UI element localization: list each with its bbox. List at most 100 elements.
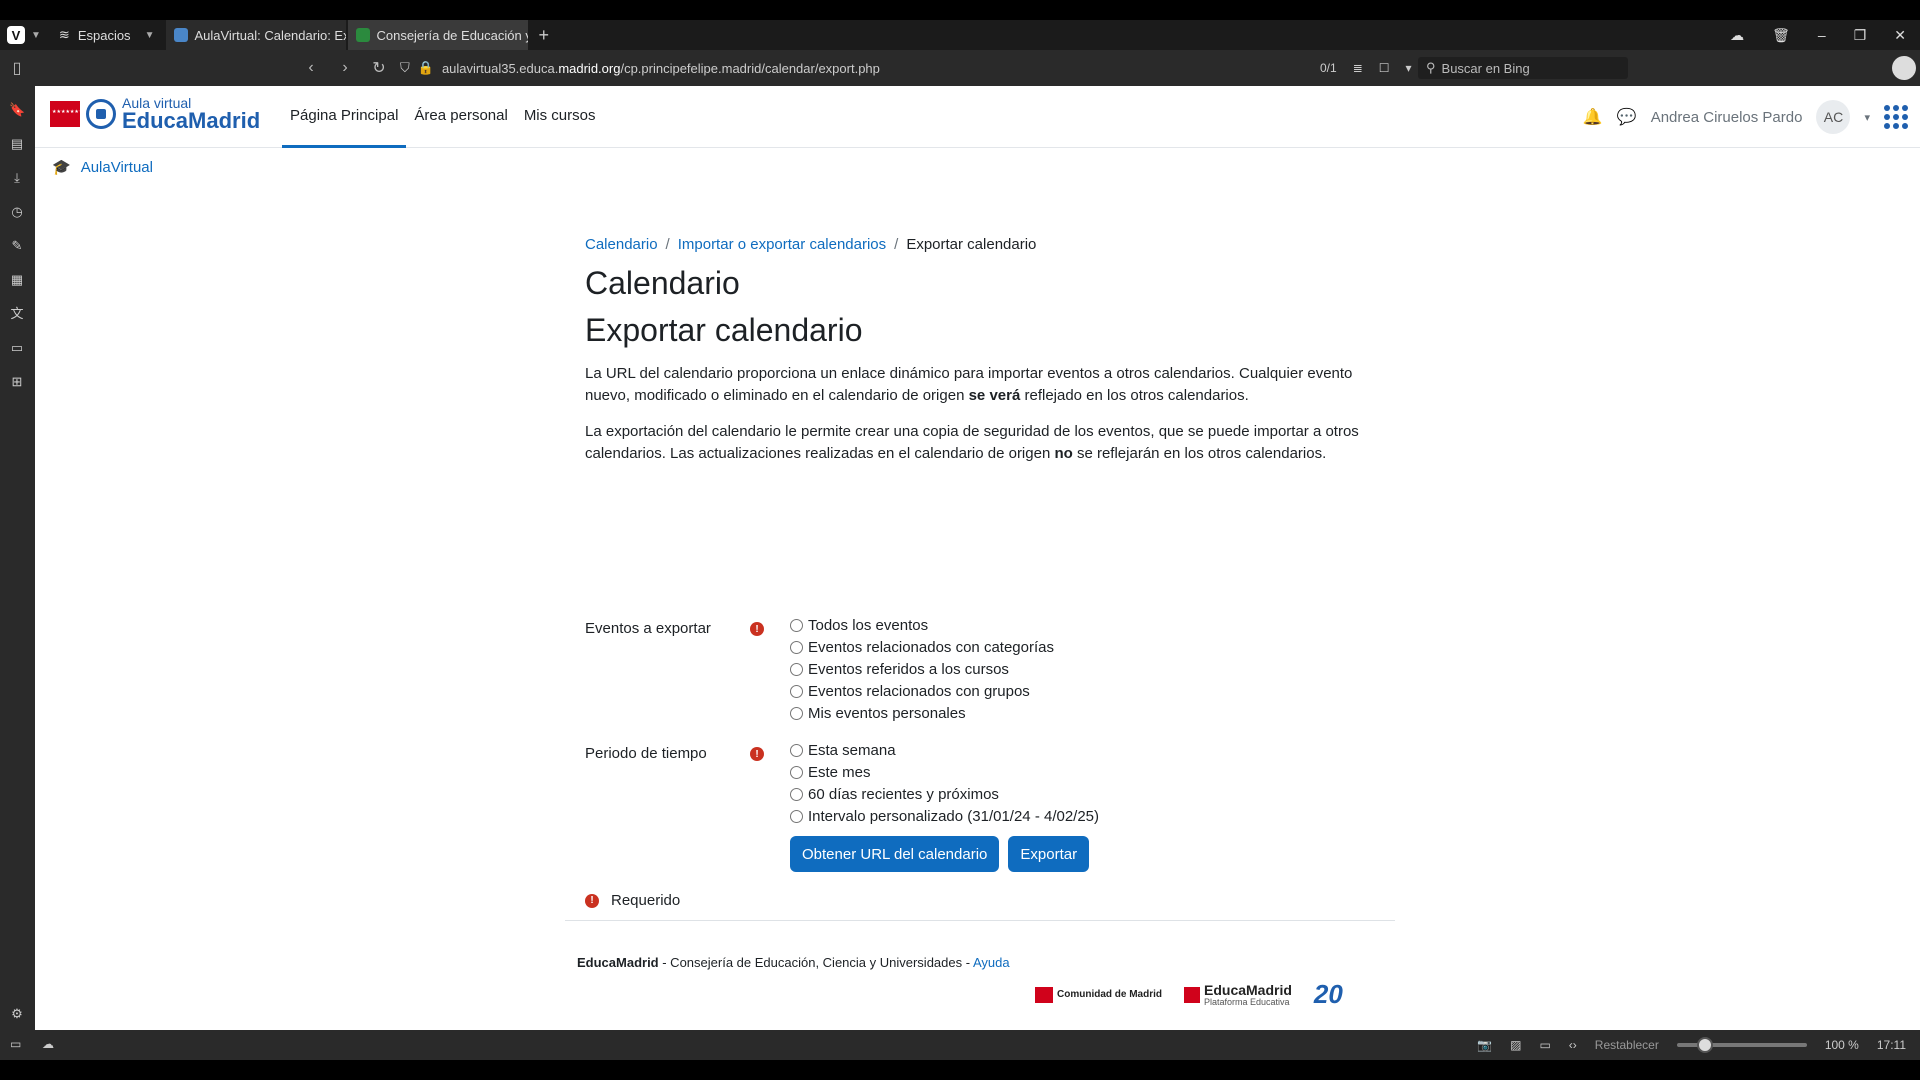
- bell-icon[interactable]: 🔔: [1583, 107, 1603, 127]
- zoom-slider[interactable]: [1676, 1037, 1807, 1053]
- cloud-sync-icon[interactable]: ☁: [42, 1037, 54, 1051]
- educamadrid-logo[interactable]: Aula virtual EducaMadrid: [50, 96, 260, 132]
- radio-circle[interactable]: [790, 765, 803, 779]
- cloud-icon[interactable]: ☁: [1730, 27, 1744, 44]
- main-content: Calendario / Importar o exportar calenda…: [585, 236, 1385, 909]
- page-subtitle: Exportar calendario: [585, 312, 863, 348]
- radio-option[interactable]: Intervalo personalizado (31/01/24 - 4/02…: [790, 805, 1099, 827]
- zoom-slider-knob[interactable]: [1696, 1037, 1713, 1053]
- web-page: Aula virtual EducaMadrid Página Principa…: [35, 86, 1920, 1030]
- url-field[interactable]: ⛉ 🔒 aulavirtual35.educa.madrid.org/cp.pr…: [400, 50, 880, 86]
- browser-status-bar: ▭ ☁ 📷 ▨ ▭ ‹› Restablecer 100 % 17:11: [0, 1030, 1920, 1060]
- downloads-icon[interactable]: ⤓: [9, 170, 25, 186]
- reader-icon[interactable]: ≣: [1353, 61, 1363, 75]
- radio-circle[interactable]: [790, 787, 803, 801]
- madrid-flag-icon: [1184, 986, 1200, 1003]
- nav-pagina-principal[interactable]: Página Principal: [282, 86, 407, 148]
- shield-icon: ⛉: [400, 60, 410, 75]
- notes-icon[interactable]: ✎: [9, 238, 25, 254]
- layers-icon: ≋: [58, 27, 70, 42]
- code-icon[interactable]: ‹›: [1569, 1038, 1577, 1052]
- events-label: Eventos a exportar: [585, 620, 711, 637]
- browser-tab-active[interactable]: Consejería de Educación y: [348, 20, 529, 50]
- help-link[interactable]: Ayuda: [973, 955, 1010, 970]
- chevron-down-icon[interactable]: ▼: [31, 30, 41, 41]
- radio-circle[interactable]: [790, 618, 803, 632]
- calendar-icon[interactable]: ▦: [9, 272, 25, 288]
- zoom-reset-button[interactable]: Restablecer: [1595, 1038, 1659, 1052]
- lock-icon: 🔒: [417, 60, 434, 75]
- translate-icon[interactable]: 文: [9, 306, 25, 322]
- back-icon[interactable]: ‹: [294, 59, 328, 77]
- export-button[interactable]: Exportar: [1008, 836, 1090, 872]
- search-icon: ⚲: [1426, 60, 1436, 75]
- radio-circle[interactable]: [790, 662, 803, 676]
- breadcrumb-calendario[interactable]: Calendario: [585, 236, 658, 253]
- browser-side-panel: 🔖 ▤ ⤓ ◷ ✎ ▦ 文 ▭ ⊞ ⚙: [0, 86, 35, 1030]
- radio-option[interactable]: Eventos referidos a los cursos: [790, 658, 1054, 680]
- radio-option[interactable]: Eventos relacionados con categorías: [790, 636, 1054, 658]
- chat-icon[interactable]: ▭: [9, 340, 25, 356]
- chevron-down-icon[interactable]: ▾: [1864, 111, 1870, 124]
- apps-grid-icon[interactable]: [1884, 105, 1908, 129]
- user-name[interactable]: Andrea Ciruelos Pardo: [1651, 109, 1803, 126]
- add-panel-icon[interactable]: ⊞: [9, 374, 25, 390]
- breadcrumb-importar-exportar[interactable]: Importar o exportar calendarios: [678, 236, 886, 253]
- reading-list-icon[interactable]: ▤: [9, 136, 25, 152]
- forward-icon[interactable]: ›: [328, 59, 362, 77]
- course-drawer-link[interactable]: 🎓 AulaVirtual: [52, 158, 153, 177]
- new-tab-icon[interactable]: +: [538, 25, 549, 46]
- panel-toggle-icon[interactable]: ▭: [10, 1037, 21, 1051]
- browser-tab[interactable]: AulaVirtual: Calendario: Exp: [166, 20, 347, 50]
- radio-option[interactable]: Eventos relacionados con grupos: [790, 680, 1054, 702]
- avatar[interactable]: AC: [1816, 100, 1851, 134]
- radio-option[interactable]: Este mes: [790, 761, 1099, 783]
- radio-circle[interactable]: [790, 743, 803, 757]
- radio-circle[interactable]: [790, 684, 803, 698]
- browser-tab-bar: V ▼ ≋ Espacios ▼ AulaVirtual: Calendario…: [0, 20, 1920, 50]
- radio-circle[interactable]: [790, 809, 803, 823]
- vivaldi-menu-icon[interactable]: V: [7, 26, 25, 44]
- close-icon[interactable]: ✕: [1894, 27, 1906, 44]
- history-icon[interactable]: ◷: [9, 204, 25, 220]
- anniversary-20-logo[interactable]: 20: [1314, 979, 1343, 1010]
- required-icon: !: [750, 622, 764, 636]
- spaces-button[interactable]: ≋ Espacios ▼: [59, 27, 155, 43]
- site-navbar: Aula virtual EducaMadrid Página Principa…: [35, 86, 1920, 148]
- minimize-icon[interactable]: –: [1818, 27, 1826, 43]
- messages-icon[interactable]: 💬: [1617, 107, 1637, 127]
- radio-circle[interactable]: [790, 640, 803, 654]
- profile-icon[interactable]: [1892, 56, 1916, 80]
- nav-area-personal[interactable]: Área personal: [406, 86, 515, 148]
- settings-icon[interactable]: ⚙: [9, 1006, 25, 1022]
- bookmarks-icon[interactable]: 🔖: [9, 102, 25, 118]
- bookmark-icon[interactable]: ☐: [1379, 61, 1390, 75]
- events-form-row: Eventos a exportar ! Todos los eventos E…: [585, 614, 1054, 724]
- images-icon[interactable]: ▨: [1510, 1038, 1521, 1052]
- radio-circle[interactable]: [790, 706, 803, 720]
- reload-icon[interactable]: ↻: [362, 58, 396, 78]
- required-icon: !: [750, 747, 764, 761]
- panel-toggle-icon[interactable]: ▯: [0, 58, 34, 78]
- reader-count: 0/1: [1320, 61, 1337, 75]
- restore-icon[interactable]: ❐: [1854, 27, 1867, 44]
- period-radio-group: Esta semana Este mes 60 días recientes y…: [790, 739, 1099, 827]
- trash-icon[interactable]: 🗑: [1772, 27, 1790, 44]
- footer-text: EducaMadrid - Consejería de Educación, C…: [577, 955, 1010, 970]
- radio-option[interactable]: 60 días recientes y próximos: [790, 783, 1099, 805]
- capture-icon[interactable]: 📷: [1477, 1038, 1492, 1052]
- page-footer: EducaMadrid - Consejería de Educación, C…: [565, 920, 1395, 1009]
- radio-option[interactable]: Esta semana: [790, 739, 1099, 761]
- chevron-down-icon[interactable]: ▾: [1406, 61, 1412, 75]
- zoom-level: 100 %: [1824, 1038, 1859, 1052]
- nav-mis-cursos[interactable]: Mis cursos: [516, 86, 604, 148]
- tiling-icon[interactable]: ▭: [1539, 1038, 1550, 1052]
- radio-option[interactable]: Todos los eventos: [790, 614, 1054, 636]
- radio-option[interactable]: Mis eventos personales: [790, 702, 1054, 724]
- search-input[interactable]: ⚲ Buscar en Bing: [1418, 57, 1628, 79]
- comunidad-madrid-logo[interactable]: Comunidad de Madrid: [1035, 986, 1162, 1003]
- educamadrid-footer-logo[interactable]: EducaMadrid Plataforma Educativa: [1184, 983, 1292, 1007]
- period-form-row: Periodo de tiempo ! Esta semana Este mes…: [585, 739, 1099, 827]
- window-controls: ☁ 🗑 – ❐ ✕: [1730, 20, 1920, 50]
- get-calendar-url-button[interactable]: Obtener URL del calendario: [790, 836, 1000, 872]
